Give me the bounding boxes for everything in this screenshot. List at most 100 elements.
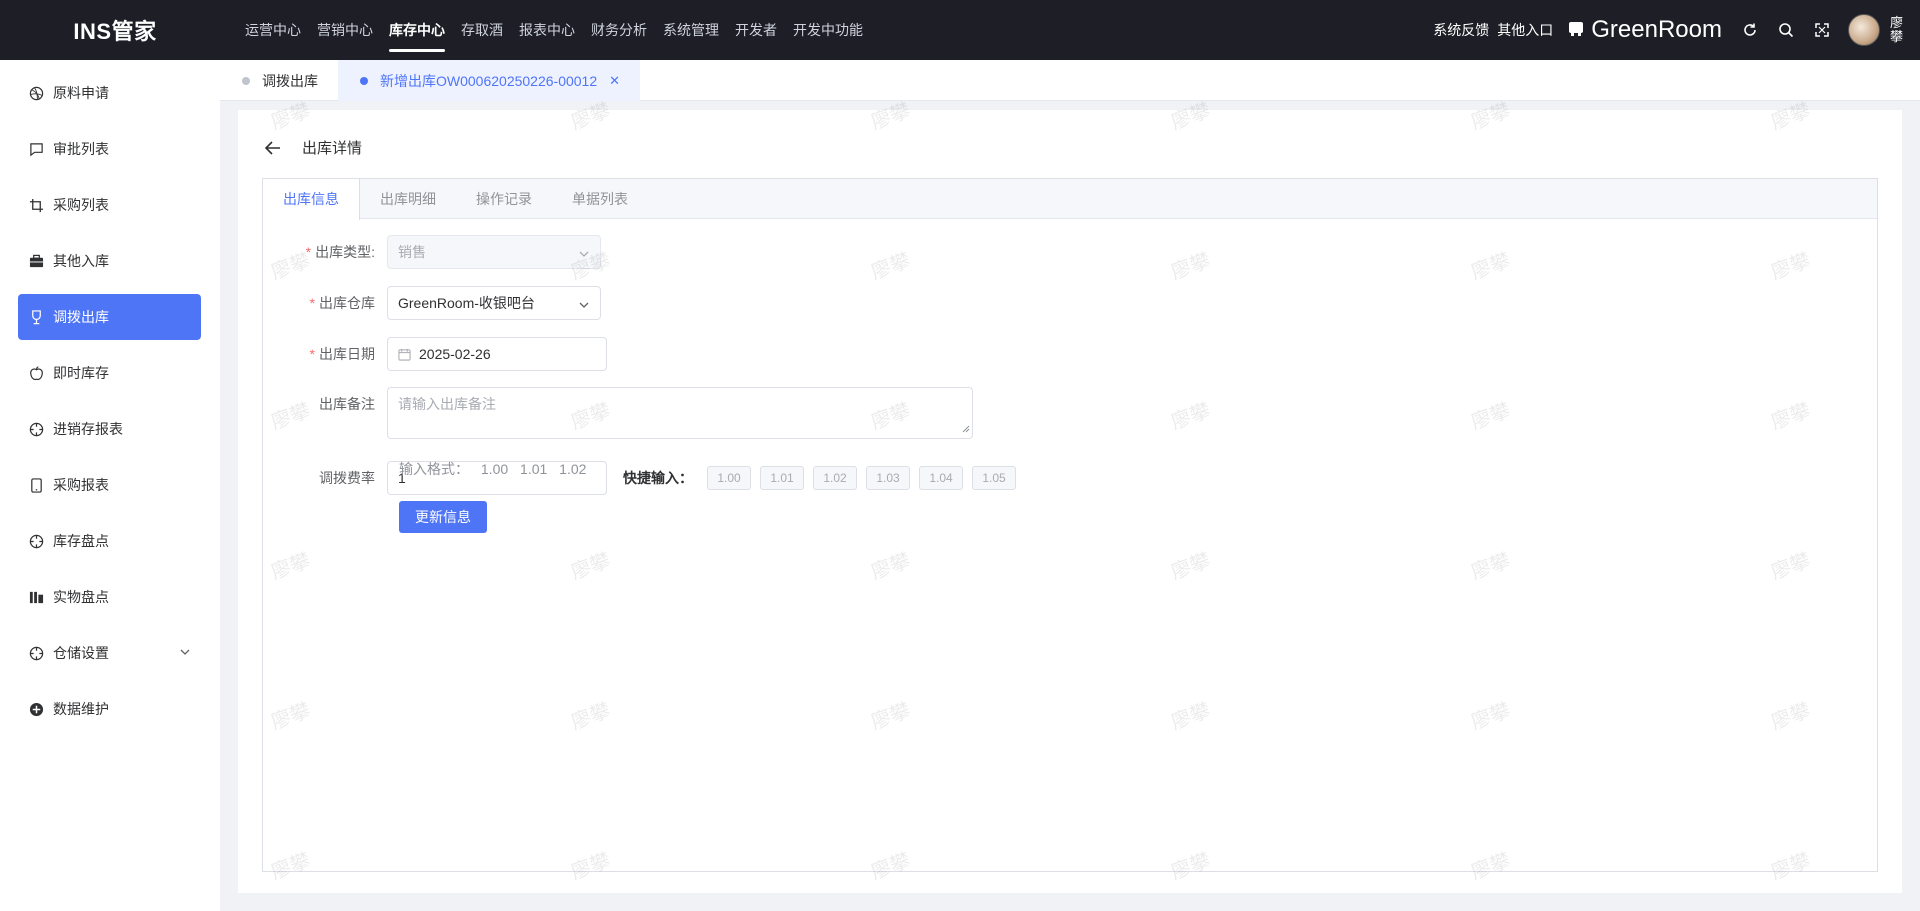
sidebar-item-label: 库存盘点 (53, 533, 109, 549)
briefcase-icon (28, 253, 44, 269)
sidebar-item-data-maintenance[interactable]: 数据维护 (18, 686, 201, 732)
close-icon[interactable]: ✕ (609, 73, 620, 89)
quick-input-button[interactable]: 1.02 (813, 466, 857, 490)
rate-label: 调拨费率 (319, 470, 375, 486)
sidebar-item-label: 审批列表 (53, 141, 109, 157)
type-select[interactable]: 销售 (387, 235, 601, 269)
sidebar-item-label: 进销存报表 (53, 421, 123, 437)
sidebar-item-transfer-outbound[interactable]: 调拨出库 (18, 294, 201, 340)
crop-icon (28, 197, 44, 213)
type-value: 销售 (398, 244, 426, 260)
quick-input-button[interactable]: 1.04 (919, 466, 963, 490)
format-hint-label: 输入格式： (399, 461, 469, 477)
page-tab-transfer-outbound[interactable]: 调拨出库 (220, 60, 338, 101)
sidebar-item-label: 数据维护 (53, 701, 109, 717)
tab-operation-log[interactable]: 操作记录 (456, 179, 552, 219)
sidebar-item-material-request[interactable]: 原料申请 (18, 70, 201, 116)
sidebar-item-physical-count[interactable]: 实物盘点 (18, 574, 201, 620)
sidebar-item-label: 采购报表 (53, 477, 109, 493)
remark-label: 出库备注 (319, 396, 375, 412)
sidebar-item-label: 调拨出库 (53, 309, 109, 325)
sidebar-item-label: 采购列表 (53, 197, 109, 213)
tab-dot (360, 76, 368, 85)
back-arrow-icon[interactable] (263, 138, 283, 158)
detail-tabs: 出库信息 出库明细 操作记录 单据列表 (263, 179, 1877, 220)
date-picker[interactable]: 2025-02-26 (387, 337, 607, 371)
page-tab-label: 调拨出库 (262, 72, 318, 89)
other-entry-link[interactable]: 其他入口 (1497, 20, 1553, 40)
update-info-button[interactable]: 更新信息 (399, 501, 487, 533)
store-icon (1567, 20, 1585, 41)
format-hint: 输入格式： 1.00 1.01 1.02 (399, 459, 594, 479)
sidebar-item-purchase-list[interactable]: 采购列表 (18, 182, 201, 228)
quick-input-button[interactable]: 1.03 (866, 466, 910, 490)
sidebar-item-purchase-report[interactable]: 采购报表 (18, 462, 201, 508)
sidebar: 原料申请 审批列表 采购列表 其他入库 调拨出库 即时库存 进销存报表 采购报表… (0, 60, 220, 911)
sidebar-item-stocktaking[interactable]: 库存盘点 (18, 518, 201, 564)
nav-item-reports[interactable]: 报表中心 (519, 0, 575, 60)
avatar[interactable] (1848, 14, 1880, 46)
sidebar-item-approvals[interactable]: 审批列表 (18, 126, 201, 172)
sidebar-item-storage-settings[interactable]: 仓储设置 (18, 630, 201, 676)
top-bar: INS管家 运营中心 营销中心 库存中心 存取酒 报表中心 财务分析 系统管理 … (0, 0, 1920, 60)
target-icon (28, 421, 44, 437)
form-row-date: * 出库日期 2025-02-26 (263, 337, 607, 371)
nav-item-finance[interactable]: 财务分析 (591, 0, 647, 60)
resize-grip-icon[interactable] (962, 420, 970, 436)
tab-dot (242, 76, 250, 85)
remark-textarea[interactable]: 请输入出库备注 (387, 387, 973, 439)
trophy-icon (28, 309, 44, 325)
format-example: 1.01 (520, 461, 548, 477)
search-icon[interactable] (1768, 12, 1804, 48)
fullscreen-icon[interactable] (1804, 12, 1840, 48)
tab-outbound-info[interactable]: 出库信息 (263, 179, 360, 220)
chevron-down-icon (179, 645, 191, 661)
sidebar-item-inventory-report[interactable]: 进销存报表 (18, 406, 201, 452)
plus-circle-icon (28, 701, 44, 717)
nav-item-developer[interactable]: 开发者 (735, 0, 777, 60)
remark-placeholder: 请输入出库备注 (398, 396, 496, 412)
form-row-rate: 调拨费率 1 快捷输入： 1.00 1.01 1.02 1.03 1.04 1.… (263, 461, 1025, 495)
user-name[interactable]: 廖攀 (1890, 16, 1906, 44)
page-tab-new-outbound[interactable]: 新增出库OW000620250226-00012 ✕ (338, 60, 641, 101)
quick-input-button[interactable]: 1.00 (707, 466, 751, 490)
nav-item-dev-features[interactable]: 开发中功能 (793, 0, 863, 60)
chevron-down-icon (578, 298, 590, 314)
page-tabs: 调拨出库 新增出库OW000620250226-00012 ✕ (220, 60, 1920, 101)
nav-item-marketing[interactable]: 营销中心 (317, 0, 373, 60)
type-label: * 出库类型: (305, 244, 375, 260)
nav-item-system[interactable]: 系统管理 (663, 0, 719, 60)
sidebar-item-realtime-stock[interactable]: 即时库存 (18, 350, 201, 396)
store-switcher[interactable]: GreenRoom (1567, 16, 1732, 44)
tablet-icon (28, 477, 44, 493)
date-value: 2025-02-26 (419, 346, 491, 362)
form-row-type: * 出库类型: 销售 (263, 235, 601, 269)
sidebar-item-label: 即时库存 (53, 365, 109, 381)
sidebar-item-label: 原料申请 (53, 85, 109, 101)
nav-item-operations[interactable]: 运营中心 (245, 0, 301, 60)
quick-input-button[interactable]: 1.01 (760, 466, 804, 490)
refresh-icon[interactable] (1732, 12, 1768, 48)
format-example: 1.00 (480, 461, 509, 477)
sidebar-item-label: 其他入库 (53, 253, 109, 269)
tab-document-list[interactable]: 单据列表 (552, 179, 648, 219)
chart-icon (28, 589, 44, 605)
feedback-link[interactable]: 系统反馈 (1433, 20, 1489, 40)
quick-input-button[interactable]: 1.05 (972, 466, 1016, 490)
format-example: 1.02 (559, 461, 587, 477)
sidebar-item-label: 仓储设置 (53, 645, 109, 661)
chat-icon (28, 141, 44, 157)
top-right-tools: 系统反馈 其他入口 GreenRoom 廖攀 (1433, 0, 1920, 60)
tab-outbound-details[interactable]: 出库明细 (360, 179, 456, 219)
nav-item-inventory[interactable]: 库存中心 (389, 0, 445, 60)
app-logo[interactable]: INS管家 (0, 14, 230, 46)
warehouse-select[interactable]: GreenRoom-收银吧台 (387, 286, 601, 320)
sidebar-item-other-inbound[interactable]: 其他入库 (18, 238, 201, 284)
page-title: 出库详情 (302, 140, 363, 157)
top-nav: 运营中心 营销中心 库存中心 存取酒 报表中心 财务分析 系统管理 开发者 开发… (245, 0, 879, 60)
calendar-icon (398, 348, 411, 361)
detail-tabs-card: 出库信息 出库明细 操作记录 单据列表 * 出库类型: 销售 * 出库仓库 Gree… (262, 178, 1878, 872)
apple-icon (28, 365, 44, 381)
sidebar-item-label: 实物盘点 (53, 589, 109, 605)
nav-item-wine-storage[interactable]: 存取酒 (461, 0, 503, 60)
